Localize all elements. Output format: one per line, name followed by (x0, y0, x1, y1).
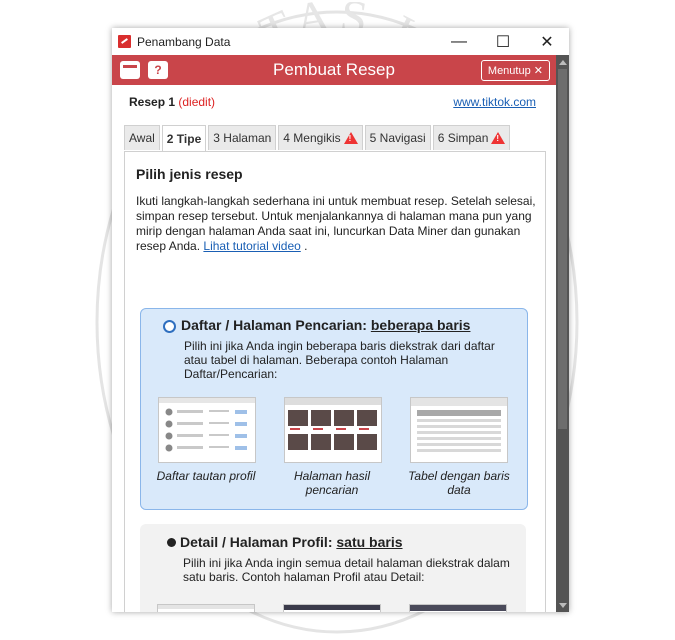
detail-option-radio[interactable] (167, 538, 176, 547)
scroll-down-icon[interactable] (559, 603, 567, 608)
recipe-content: Resep 1 (diedit) www.tiktok.com Awal 2 T… (112, 85, 556, 612)
tab-awal[interactable]: Awal (124, 125, 160, 150)
close-recipe-button[interactable]: Menutup ✕ (480, 60, 550, 81)
recipe-name: Resep 1 (129, 95, 176, 109)
warning-icon (343, 132, 358, 144)
panel-intro: Ikuti langkah-langkah sederhana ini untu… (136, 194, 536, 253)
tutorial-video-link[interactable]: Lihat tutorial video (203, 239, 300, 253)
warning-icon (491, 132, 506, 144)
example-caption-profile-links: Daftar tautan profil (156, 469, 256, 483)
detail-option-title: Detail / Halaman Profil: satu baris (180, 534, 403, 550)
detail-table-thumbnail (409, 604, 507, 612)
data-table-thumbnail (410, 397, 508, 463)
minimize-button[interactable]: — (437, 28, 481, 55)
tab-halaman[interactable]: 3 Halaman (208, 125, 277, 150)
profile-links-thumbnail (158, 397, 256, 463)
list-option-radio[interactable] (163, 320, 176, 333)
recipe-type-panel: Pilih jenis resep Ikuti langkah-langkah … (124, 151, 546, 612)
list-option-description: Pilih ini jika Anda ingin beberapa baris… (184, 339, 495, 381)
data-miner-window: Penambang Data — ☐ ✕ ? Pembuat Resep Men… (112, 28, 569, 612)
maximize-button[interactable]: ☐ (481, 28, 525, 55)
scroll-up-icon[interactable] (559, 60, 567, 65)
tab-mengikis[interactable]: 4 Mengikis (278, 125, 363, 150)
vertical-scrollbar[interactable] (556, 55, 569, 612)
tab-simpan[interactable]: 6 Simpan (432, 125, 511, 150)
window-title: Penambang Data (137, 34, 231, 49)
window-titlebar: Penambang Data — ☐ ✕ (112, 28, 569, 55)
list-search-option[interactable]: Daftar / Halaman Pencarian: beberapa bar… (140, 308, 528, 510)
recipe-header: Resep 1 (diedit) (129, 95, 215, 109)
example-caption-data-table: Tabel dengan baris data (408, 469, 510, 497)
profile-detail-thumbnail (157, 604, 255, 612)
recipe-toolbar: ? Pembuat Resep Menutup ✕ (112, 55, 556, 85)
detail-option-description: Pilih ini jika Anda ingin semua detail h… (183, 556, 510, 584)
recipe-site-link[interactable]: www.tiktok.com (453, 95, 536, 109)
close-window-button[interactable]: ✕ (525, 28, 569, 55)
tab-tipe[interactable]: 2 Tipe (161, 125, 207, 151)
data-miner-logo-icon (118, 35, 131, 48)
detail-profile-option[interactable]: Detail / Halaman Profil: satu baris Pili… (140, 524, 526, 612)
list-option-title: Daftar / Halaman Pencarian: beberapa bar… (181, 317, 471, 333)
example-caption-search-results: Halaman hasil pencarian (293, 469, 371, 497)
recipe-tabs: Awal 2 Tipe 3 Halaman 4 Mengikis 5 Navig… (124, 125, 544, 151)
tab-navigasi[interactable]: 5 Navigasi (364, 125, 431, 150)
search-results-thumbnail (284, 397, 382, 463)
detail-page-thumbnail (283, 604, 381, 612)
scrollbar-thumb[interactable] (558, 69, 567, 429)
recipe-status: (diedit) (178, 95, 216, 109)
panel-heading: Pilih jenis resep (136, 166, 243, 182)
